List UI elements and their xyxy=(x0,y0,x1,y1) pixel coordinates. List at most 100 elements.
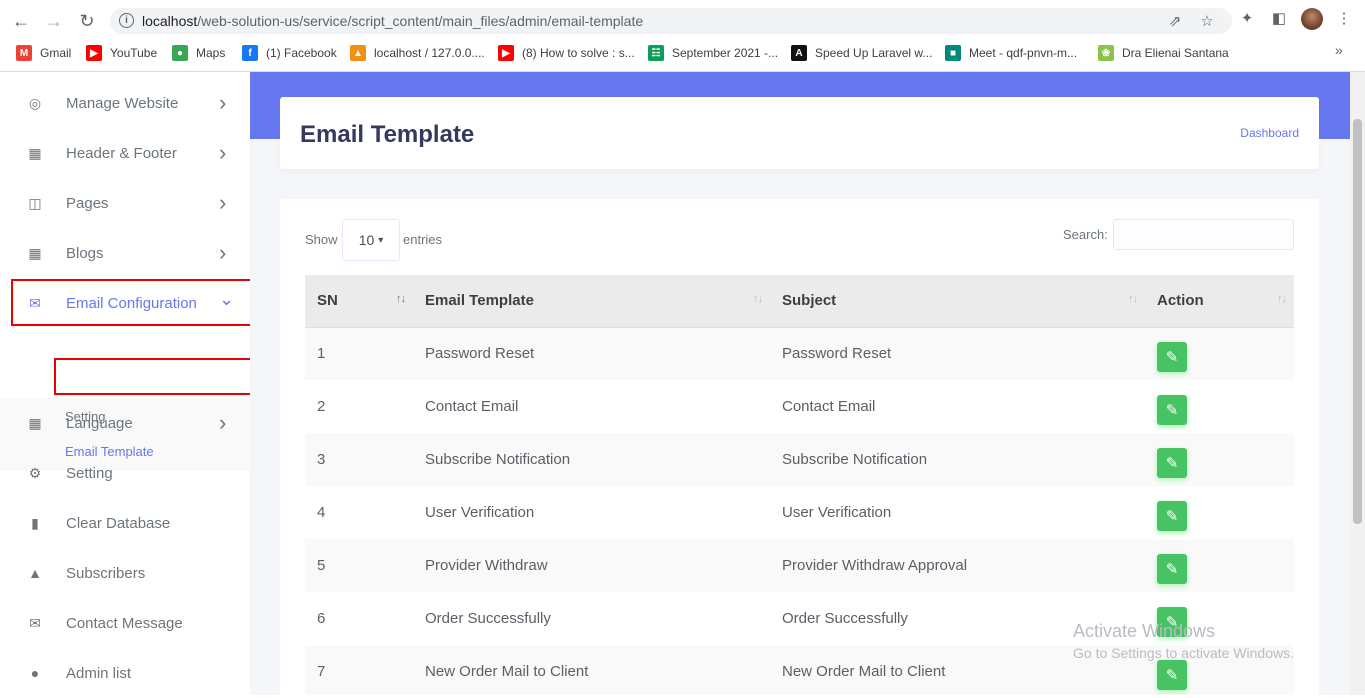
extensions-icon[interactable]: ✦ xyxy=(1237,8,1257,28)
reload-icon[interactable]: ↻ xyxy=(74,8,100,34)
column-header-subject[interactable]: Subject ↑↓ xyxy=(770,275,1145,328)
edit-button[interactable]: ✎ xyxy=(1157,553,1187,584)
sidebar-item-blogs[interactable]: ▦ Blogs › xyxy=(0,228,250,278)
bookmark-item[interactable]: f (1) Facebook xyxy=(242,44,337,62)
search-label: Search: xyxy=(1063,227,1108,242)
page-length-select[interactable]: 10 ▾ xyxy=(342,219,400,261)
fire-icon: ▲ xyxy=(28,565,42,581)
cell-subject: Password Reset xyxy=(770,327,1145,380)
url-text[interactable]: localhost/web-solution-us/service/script… xyxy=(142,13,643,29)
bookmark-label: Speed Up Laravel w... xyxy=(815,46,933,60)
back-icon[interactable]: ← xyxy=(8,8,34,34)
url-host: localhost xyxy=(142,13,198,29)
edit-button[interactable]: ✎ xyxy=(1157,447,1187,478)
edit-icon: ✎ xyxy=(1165,348,1179,366)
cell-email-template: Order Successfully xyxy=(425,610,551,627)
edit-button[interactable]: ✎ xyxy=(1157,659,1187,690)
sidebar-item-label: Admin list xyxy=(66,664,132,682)
envelope-icon: ✉ xyxy=(29,614,41,631)
address-bar[interactable]: i localhost/web-solution-us/service/scri… xyxy=(110,8,1232,34)
cell-email-template: Contact Email xyxy=(425,398,519,415)
sidebar-item-label: Email Configuration xyxy=(66,294,197,312)
bookmark-item[interactable]: ▲ localhost / 127.0.0.... xyxy=(350,44,485,62)
sidebar-item-label: Clear Database xyxy=(66,514,171,532)
bookmark-item[interactable]: ▶ YouTube xyxy=(86,44,157,62)
laravel-icon: A xyxy=(791,45,807,61)
gmail-icon: M xyxy=(16,45,32,61)
breadcrumb-dashboard[interactable]: Dashboard xyxy=(1240,126,1299,140)
chevron-right-icon: › xyxy=(219,190,227,215)
sidebar-item-setting[interactable]: ⚙ Setting xyxy=(0,448,250,498)
sidebar-item-contact-message[interactable]: ✉ Contact Message xyxy=(0,598,250,648)
bookmark-star-icon[interactable]: ☆ xyxy=(1197,11,1217,31)
cell-action: ✎ xyxy=(1145,327,1294,380)
edit-icon: ✎ xyxy=(1165,560,1179,578)
navigation-bar: ← → ↻ i localhost/web-solution-us/servic… xyxy=(0,4,1365,38)
bookmark-item[interactable]: A Speed Up Laravel w... xyxy=(791,44,932,62)
sort-icon: ↑↓ xyxy=(396,293,406,305)
cell-action: ✎ xyxy=(1145,433,1294,486)
site-icon: ❀ xyxy=(1098,45,1114,61)
edit-icon: ✎ xyxy=(1165,507,1179,525)
sort-icon: ↑↓ xyxy=(1128,293,1138,305)
kebab-menu-icon[interactable]: ⋮ xyxy=(1334,8,1354,28)
sidebar-item-language[interactable]: ▦ Language › xyxy=(0,398,250,448)
bookmark-item[interactable]: ❀ Dra Elienai Santana xyxy=(1098,44,1229,62)
bookmark-item[interactable]: ☷ September 2021 -... xyxy=(648,44,778,62)
cell-sn: 3 xyxy=(305,433,413,486)
cell-sn: 2 xyxy=(317,398,326,415)
more-bookmarks-icon[interactable]: » xyxy=(1335,42,1343,58)
sidebar-item-email-configuration[interactable]: ✉ Email Configuration ⌄ xyxy=(0,278,250,328)
bookmark-item[interactable]: M Gmail xyxy=(16,44,71,62)
user-icon: ● xyxy=(30,665,40,681)
sidebar: Setting Email Template ◎ Manage Website › ▦… xyxy=(0,72,262,698)
sidebar-item-clear-database[interactable]: ▮ Clear Database xyxy=(0,498,250,548)
cell-email-template: Provider Withdraw xyxy=(413,539,770,592)
highlight-box-email-template xyxy=(54,358,262,395)
browser-chrome: ← → ↻ i localhost/web-solution-us/servic… xyxy=(0,0,1365,72)
page-scrollbar[interactable] xyxy=(1350,72,1365,695)
forward-icon[interactable]: → xyxy=(41,8,67,34)
grid-icon: ▦ xyxy=(28,414,42,431)
sidebar-item-subscribers[interactable]: ▲ Subscribers xyxy=(0,548,250,598)
sidebar-item-header-footer[interactable]: ▦ Header & Footer › xyxy=(0,128,250,178)
cell-action: ✎ xyxy=(1145,486,1294,539)
bookmark-item[interactable]: ● Maps xyxy=(172,44,225,62)
bookmark-item[interactable]: ■ Meet - qdf-pnvn-m... xyxy=(945,44,1077,62)
edit-button[interactable]: ✎ xyxy=(1157,500,1187,531)
profile-avatar[interactable] xyxy=(1301,8,1323,30)
share-icon[interactable]: ⇗ xyxy=(1165,11,1185,31)
sidebar-item-label: Setting xyxy=(66,464,113,482)
url-path: /web-solution-us/service/script_content/… xyxy=(197,13,644,29)
edit-button[interactable]: ✎ xyxy=(1157,606,1187,637)
columns-icon: ◫ xyxy=(28,194,42,211)
bookmark-item[interactable]: ▶ (8) How to solve : s... xyxy=(498,44,635,62)
scrollbar-thumb[interactable] xyxy=(1353,119,1362,524)
sidebar-item-admin-list[interactable]: ● Admin list xyxy=(0,648,250,698)
sidebar-item-manage-website[interactable]: ◎ Manage Website › xyxy=(0,78,250,128)
trash-icon: ▮ xyxy=(31,514,39,531)
bookmark-label: Maps xyxy=(196,46,226,60)
table-row: 7 New Order Mail to Client New Order Mail … xyxy=(305,645,1294,695)
cell-email-template: Subscribe Notification xyxy=(413,433,770,486)
cell-subject: New Order Mail to Client xyxy=(770,645,1145,695)
table-header-row: SN ↑↓ Email Template ↑↓ Subject ↑↓ Action ↑↓ xyxy=(305,275,1294,328)
edit-button[interactable]: ✎ xyxy=(1157,341,1187,372)
column-header-email-template[interactable]: Email Template ↑↓ xyxy=(413,275,770,328)
column-header-sn[interactable]: SN ↑↓ xyxy=(305,275,413,328)
table-row: 5 Provider Withdraw Provider Withdraw Appr… xyxy=(305,539,1294,592)
side-panel-icon[interactable]: ◧ xyxy=(1269,8,1289,28)
bookmark-label: Gmail xyxy=(40,46,72,60)
column-header-action[interactable]: Action ↑↓ xyxy=(1145,275,1294,328)
gear-icon: ⚙ xyxy=(28,464,42,481)
main-content: Email Template Dashboard Show 10 ▾ entrie… xyxy=(250,72,1365,695)
edit-button[interactable]: ✎ xyxy=(1157,394,1187,425)
sidebar-item-pages[interactable]: ◫ Pages › xyxy=(0,178,250,228)
sidebar-item-label: Contact Message xyxy=(66,614,183,632)
search-input[interactable] xyxy=(1113,219,1294,250)
info-icon[interactable]: i xyxy=(119,13,134,28)
chevron-right-icon: › xyxy=(219,140,227,165)
bookmark-label: (8) How to solve : s... xyxy=(522,46,635,60)
cell-subject: Order Successfully xyxy=(782,610,908,627)
cell-sn: 4 xyxy=(317,504,326,521)
